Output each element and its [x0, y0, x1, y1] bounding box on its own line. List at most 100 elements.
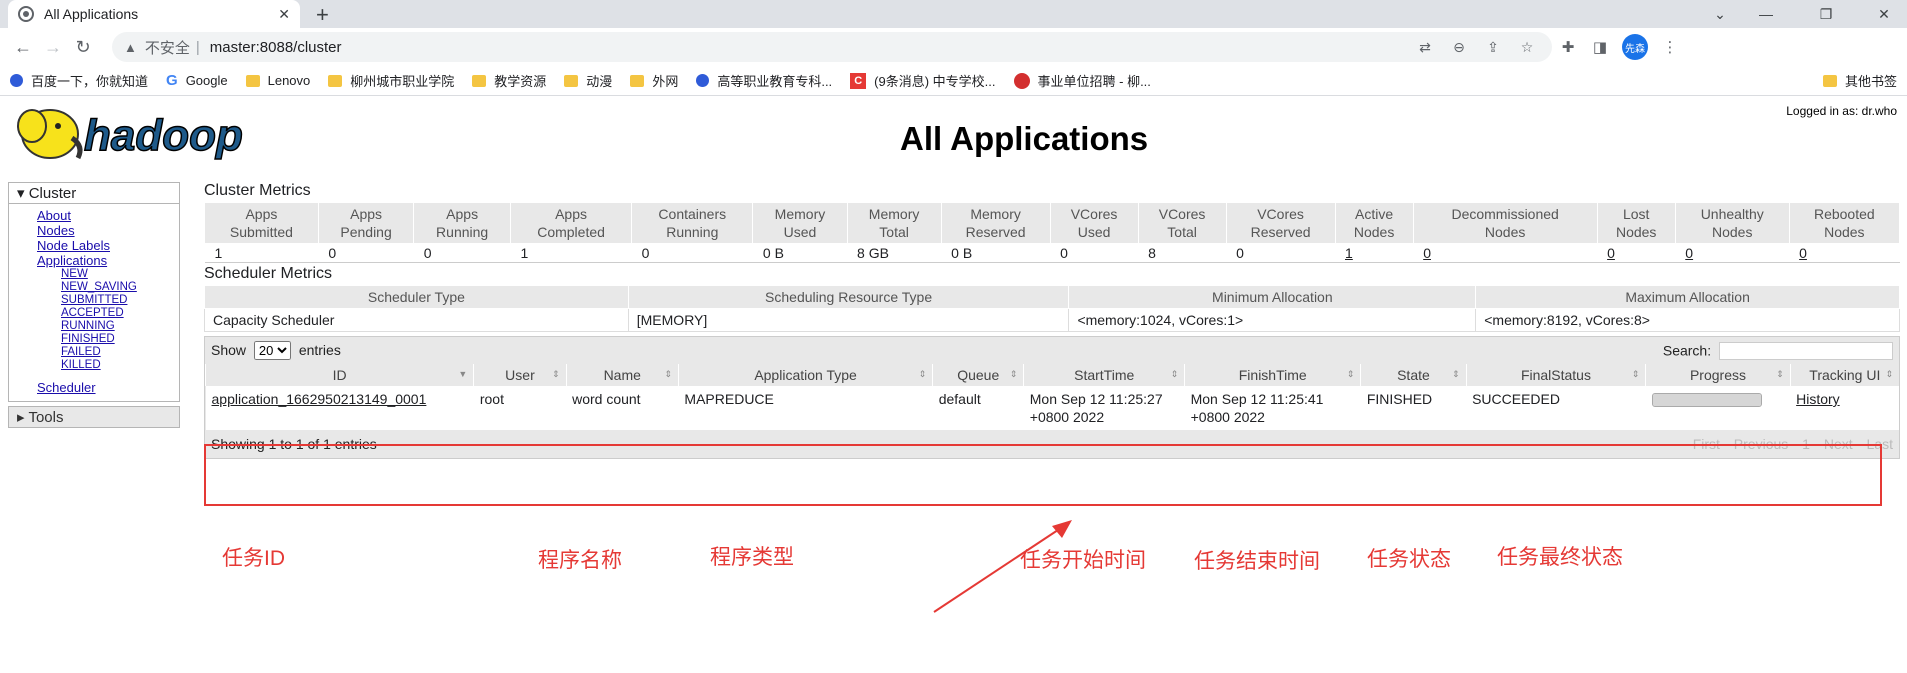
col-state[interactable]: State ⇕	[1360, 364, 1467, 386]
search-input[interactable]	[1719, 341, 1893, 360]
metric-header: VCores Used	[1049, 202, 1139, 244]
address-bar[interactable]: ▲ 不安全 | master:8088/cluster ⇄ ⊖ ⇪ ☆	[112, 32, 1552, 62]
sidebar-cluster-body: About Nodes Node Labels Applications NEW…	[8, 204, 180, 402]
progress-fill	[1652, 394, 1761, 406]
state-link-failed[interactable]: FAILED	[61, 346, 179, 359]
bookmark-google[interactable]: G Google	[166, 72, 228, 89]
col-tracking-ui[interactable]: Tracking UI ⇕	[1789, 364, 1899, 386]
close-tab-icon[interactable]: ✕	[278, 6, 290, 23]
metric-value[interactable]: 0	[1789, 243, 1900, 263]
bookmark-other[interactable]: 其他书签	[1822, 71, 1897, 90]
col-max-allocation: Maximum Allocation	[1475, 285, 1900, 309]
translate-icon[interactable]: ⇄	[1412, 39, 1438, 56]
metric-link[interactable]: 0	[1799, 245, 1807, 261]
main-content: Cluster Metrics Apps Submitted Apps Pending…	[204, 182, 1901, 459]
sidebar-link-applications[interactable]: Applications	[37, 253, 179, 268]
bookmark-higher-ed[interactable]: 高等职业教育专科...	[696, 71, 832, 90]
metric-value[interactable]: 1	[1335, 243, 1414, 263]
tab-strip: All Applications ✕ + ⌄ — ❐ ✕	[0, 0, 1907, 28]
state-link-accepted[interactable]: ACCEPTED	[61, 307, 179, 320]
table-row: application_1662950213149_0001 root word…	[205, 386, 1899, 430]
sidebar-link-about[interactable]: About	[37, 208, 179, 223]
state-link-submitted[interactable]: SUBMITTED	[61, 294, 179, 307]
pager-first[interactable]: First	[1693, 436, 1720, 452]
bookmark-jobs[interactable]: 事业单位招聘 - 柳...	[1013, 71, 1151, 90]
url-text[interactable]: master:8088/cluster	[210, 39, 342, 56]
separator: |	[195, 38, 200, 56]
new-tab-icon[interactable]: +	[316, 2, 329, 28]
app-id-link[interactable]: application_1662950213149_0001	[212, 391, 427, 407]
state-link-new[interactable]: NEW	[61, 268, 179, 281]
sidebar-tools-header[interactable]: ▸ Tools	[8, 406, 180, 428]
metric-link[interactable]: 0	[1685, 245, 1693, 261]
sidebar: ▾ Cluster About Nodes Node Labels Applic…	[8, 182, 180, 428]
hadoop-logo[interactable]: hadoop	[10, 104, 310, 164]
col-id[interactable]: ID ▼	[204, 364, 474, 386]
sidebar-link-node-labels[interactable]: Node Labels	[37, 238, 179, 253]
pager-next[interactable]: Next	[1824, 436, 1853, 452]
warning-icon[interactable]: ▲	[124, 40, 137, 55]
side-panel-icon[interactable]: ◨	[1584, 38, 1616, 56]
applications-panel: Show 20 entries Search: ID ▼ User ⇕ Name ⇕ …	[204, 336, 1900, 459]
state-link-killed[interactable]: KILLED	[61, 359, 179, 372]
show-label: Show	[211, 342, 247, 358]
extensions-icon[interactable]: ✚	[1552, 38, 1584, 56]
metric-value[interactable]: 0	[1675, 243, 1790, 263]
bookmark-star-icon[interactable]: ☆	[1514, 39, 1540, 56]
state-link-new-saving[interactable]: NEW_SAVING	[61, 281, 179, 294]
pager-last[interactable]: Last	[1867, 436, 1893, 452]
state-link-running[interactable]: RUNNING	[61, 320, 179, 333]
bookmark-baidu[interactable]: 百度一下，你就知道	[10, 71, 148, 90]
col-queue[interactable]: Queue ⇕	[932, 364, 1024, 386]
bookmark-foreign[interactable]: 外网	[630, 71, 678, 90]
metric-link[interactable]: 1	[1345, 245, 1353, 261]
bookmark-liuzhou[interactable]: 柳州城市职业学院	[328, 71, 454, 90]
close-window-icon[interactable]: ✕	[1861, 0, 1907, 28]
metric-link[interactable]: 0	[1423, 245, 1431, 261]
bookmark-teaching[interactable]: 教学资源	[472, 71, 546, 90]
bookmark-label: Lenovo	[267, 73, 311, 88]
restore-icon[interactable]: ❐	[1803, 0, 1849, 28]
metric-value[interactable]: 0	[1413, 243, 1598, 263]
pager-page-1[interactable]: 1	[1802, 436, 1810, 452]
tab-all-applications[interactable]: All Applications ✕	[8, 0, 300, 28]
forward-icon[interactable]: →	[38, 32, 68, 62]
reload-icon[interactable]: ↻	[68, 32, 98, 62]
minimize-icon[interactable]: —	[1743, 0, 1789, 28]
col-application-type[interactable]: Application Type ⇕	[677, 364, 933, 386]
sidebar-link-scheduler[interactable]: Scheduler	[37, 380, 179, 395]
page-size-select[interactable]: 20	[253, 341, 291, 360]
tab-search-icon[interactable]: ⌄	[1697, 0, 1743, 28]
zoom-icon[interactable]: ⊖	[1446, 39, 1472, 56]
bookmark-csdn[interactable]: C (9条消息) 中专学校...	[850, 71, 996, 90]
col-label: ID	[332, 367, 347, 383]
back-icon[interactable]: ←	[8, 32, 38, 62]
avatar[interactable]: 先森	[1622, 34, 1648, 60]
metric-header-line2: Used	[783, 224, 817, 240]
col-finish-time[interactable]: FinishTime ⇕	[1184, 364, 1361, 386]
metric-header-line2: Running	[666, 224, 719, 240]
metric-value[interactable]: 0	[1597, 243, 1676, 263]
col-progress[interactable]: Progress ⇕	[1645, 364, 1791, 386]
folder-icon	[564, 74, 579, 87]
sidebar-cluster-header[interactable]: ▾ Cluster	[8, 182, 180, 204]
browser-toolbar: ← → ↻ ▲ 不安全 | master:8088/cluster ⇄ ⊖ ⇪ …	[0, 28, 1907, 66]
google-icon: G	[166, 72, 178, 89]
metric-link[interactable]: 0	[1607, 245, 1615, 261]
bookmark-lenovo[interactable]: Lenovo	[245, 73, 311, 88]
entries-label: entries	[298, 342, 341, 358]
sidebar-link-nodes[interactable]: Nodes	[37, 223, 179, 238]
history-link[interactable]: History	[1796, 391, 1840, 407]
col-final-status[interactable]: FinalStatus ⇕	[1465, 364, 1646, 386]
col-name[interactable]: Name ⇕	[565, 364, 679, 386]
menu-icon[interactable]: ⋮	[1654, 38, 1686, 56]
bookmark-anime[interactable]: 动漫	[564, 71, 612, 90]
col-user[interactable]: User ⇕	[473, 364, 567, 386]
pager-previous[interactable]: Previous	[1734, 436, 1788, 452]
annotation-program-name: 程序名称	[538, 549, 622, 572]
state-link-finished[interactable]: FINISHED	[61, 333, 179, 346]
col-start-time[interactable]: StartTime ⇕	[1023, 364, 1185, 386]
share-icon[interactable]: ⇪	[1480, 39, 1506, 56]
metric-header-line2: Used	[1077, 224, 1111, 240]
bookmark-label: 柳州城市职业学院	[350, 74, 455, 89]
